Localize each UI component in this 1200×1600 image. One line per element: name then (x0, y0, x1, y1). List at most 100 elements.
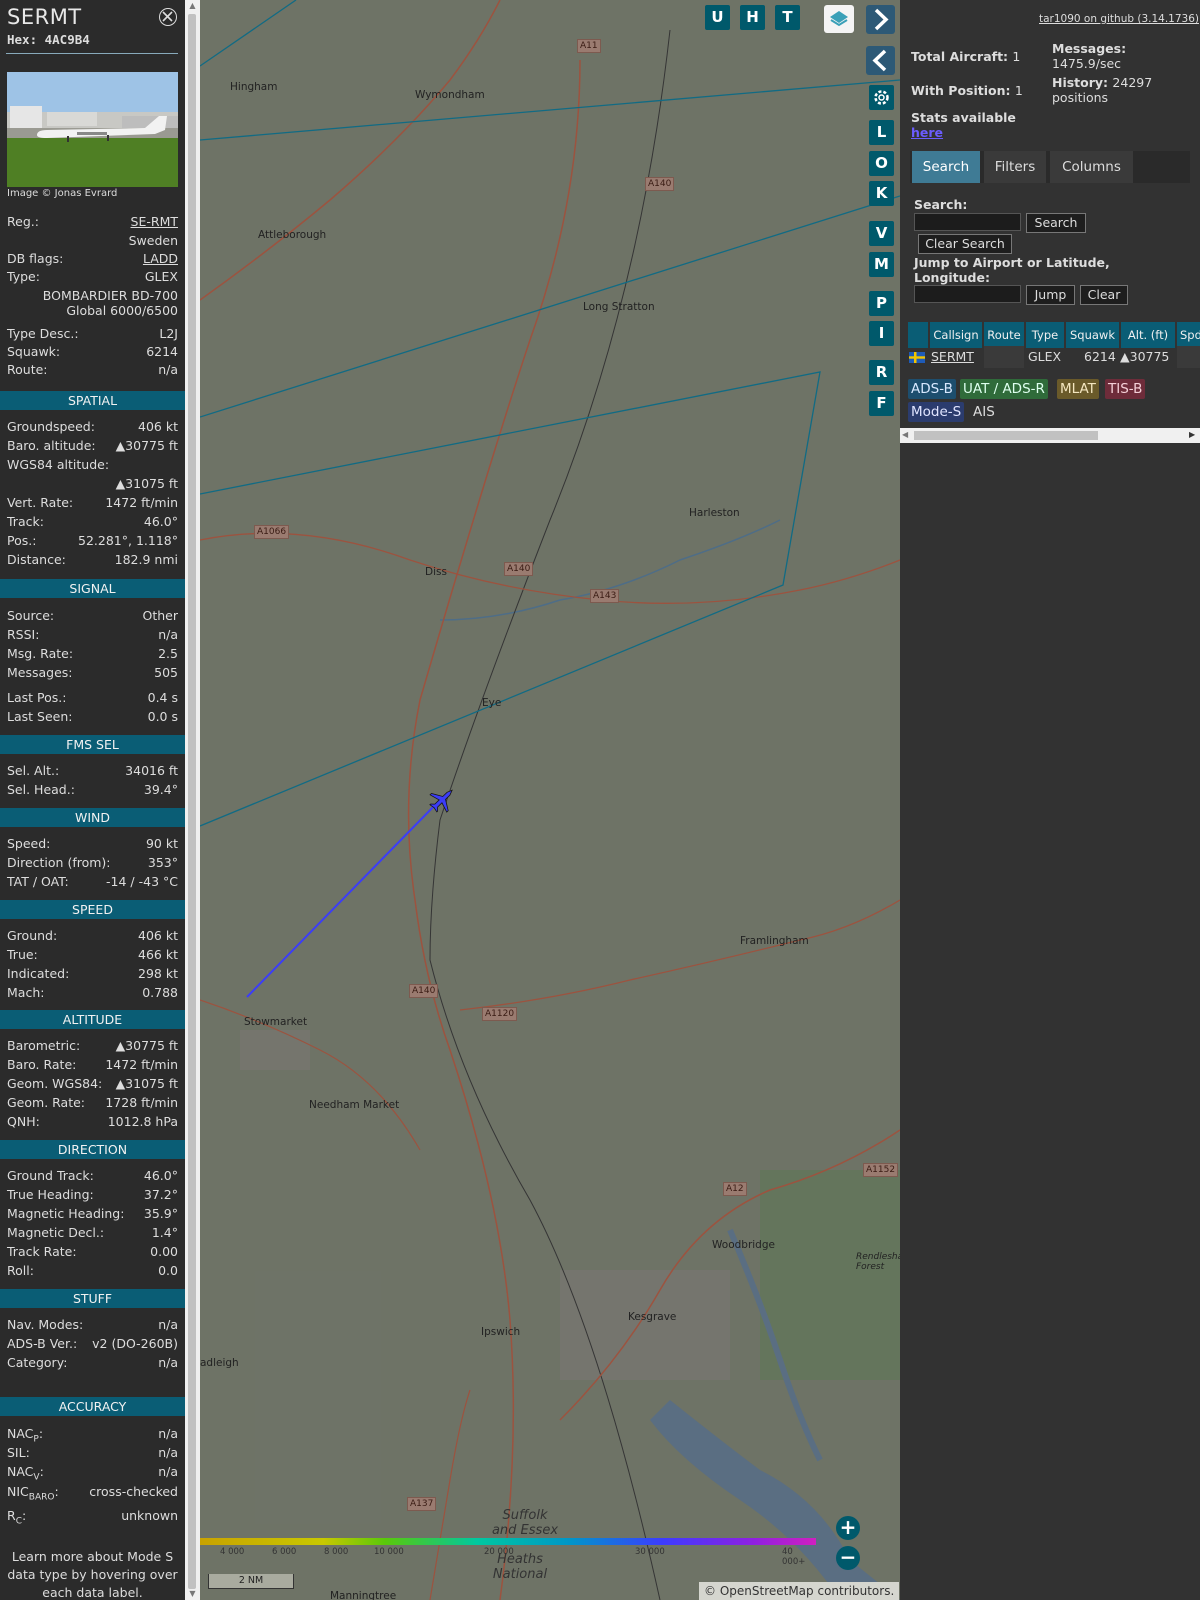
vertical-scrollbar[interactable]: ▲ ▼ (185, 0, 200, 1600)
table-header[interactable]: Alt. (ft) (1121, 322, 1175, 348)
info-row: RSSI: n/a (7, 626, 178, 644)
table-header[interactable]: Callsign (930, 322, 982, 348)
section-header-spatial: SPATIAL (0, 391, 185, 410)
info-value: 0.0 s (147, 709, 178, 724)
map-view[interactable]: Hingham Wymondham Attleborough Long Stra… (200, 0, 900, 1600)
info-value: 1728 ft/min (105, 1095, 178, 1110)
map-button-u[interactable]: U (705, 5, 730, 30)
info-row: Baro. altitude: ▲30775 ft (7, 437, 178, 455)
jump-button[interactable]: Jump (1026, 285, 1075, 305)
info-value[interactable]: SE-RMT (131, 213, 178, 231)
map-button-l[interactable]: L (869, 120, 894, 145)
zoom-out-button[interactable]: − (836, 1546, 860, 1570)
tab-search[interactable]: Search (912, 151, 980, 183)
info-row: Route: n/a (7, 361, 178, 379)
info-label: Sel. Alt.: (7, 763, 60, 778)
search-input[interactable] (914, 213, 1021, 231)
scroll-up-icon[interactable]: ▲ (185, 0, 200, 12)
horizontal-scrollbar[interactable]: ◀ ▶ (900, 428, 1200, 443)
source-badge-uat[interactable]: UAT / ADS-R (960, 379, 1048, 399)
info-label: RC: (7, 1508, 27, 1527)
map-button-i[interactable]: I (869, 321, 894, 346)
chevron-right-icon[interactable] (866, 5, 895, 34)
github-link[interactable]: tar1090 on github (3.14.1736) (1039, 12, 1199, 27)
info-label: Category: (7, 1355, 68, 1370)
place-label: Harleston (689, 507, 740, 519)
info-row: Source: Other (7, 607, 178, 625)
info-label: Magnetic Decl.: (7, 1225, 105, 1240)
aircraft-photo[interactable] (7, 72, 178, 187)
clear-button[interactable]: Clear (1080, 285, 1128, 305)
info-label: Speed: (7, 836, 51, 851)
source-badge-mlat[interactable]: MLAT (1057, 379, 1099, 399)
info-label: True: (7, 947, 38, 962)
tab-columns[interactable]: Columns (1050, 151, 1133, 183)
road-label: A140 (504, 562, 534, 576)
info-value: 35.9° (143, 1206, 178, 1221)
table-header[interactable]: Spd (1177, 322, 1200, 348)
table-header[interactable]: Squawk (1066, 322, 1119, 348)
info-value: 0.788 (142, 985, 178, 1000)
info-value: 6214 (146, 344, 178, 359)
search-button[interactable]: Search (1026, 213, 1086, 233)
scroll-down-icon[interactable]: ▼ (185, 1588, 200, 1600)
section-header-direction: DIRECTION (0, 1140, 185, 1159)
info-value: v2 (DO-260B) (92, 1336, 178, 1351)
info-label: Route: (7, 362, 48, 377)
info-value: GLEX (144, 269, 178, 284)
divider (6, 53, 178, 54)
aircraft-hex: Hex: 4AC9B4 (7, 32, 90, 47)
info-value: 37.2° (143, 1187, 178, 1202)
info-value[interactable]: LADD (143, 250, 178, 268)
table-header[interactable]: Route (984, 322, 1024, 348)
clear-search-button[interactable]: Clear Search (918, 234, 1012, 254)
scrollbar-thumb[interactable] (914, 431, 1098, 440)
info-row: NACV: n/a (7, 1463, 178, 1483)
place-label: Ipswich (481, 1326, 521, 1338)
close-icon[interactable] (159, 8, 177, 26)
tab-filters[interactable]: Filters (984, 151, 1046, 183)
scrollbar-thumb[interactable] (188, 14, 196, 1589)
layers-icon[interactable] (824, 5, 854, 33)
stats-here-link[interactable]: here (911, 125, 943, 140)
map-button-p[interactable]: P (869, 291, 894, 316)
info-label: Baro. Rate: (7, 1057, 77, 1072)
map-button-m[interactable]: M (869, 252, 894, 277)
chevron-left-icon[interactable] (866, 46, 895, 75)
info-label: WGS84 altitude: (7, 457, 110, 472)
section-header-speed: SPEED (0, 900, 185, 919)
info-row: Direction (from): 353° (7, 854, 178, 872)
table-header[interactable]: Type (1026, 322, 1064, 348)
source-badge-adsb[interactable]: ADS-B (908, 379, 956, 399)
info-value: Global 6000/6500 (66, 303, 178, 318)
info-value: n/a (158, 362, 178, 377)
map-attribution[interactable]: © OpenStreetMap contributors. (699, 1582, 900, 1600)
info-label: Ground Track: (7, 1168, 94, 1183)
info-label: Pos.: (7, 533, 37, 548)
history-label: History: 24297 positions (1052, 75, 1153, 105)
row-callsign[interactable]: SERMT (931, 346, 974, 368)
section-header-wind: WIND (0, 808, 185, 827)
map-button-r[interactable]: R (869, 360, 894, 385)
scroll-right-icon[interactable]: ▶ (1189, 430, 1195, 439)
map-button-o[interactable]: O (869, 151, 894, 176)
info-label: SIL: (7, 1445, 30, 1460)
source-badge-tisb[interactable]: TIS-B (1105, 379, 1146, 399)
zoom-in-button[interactable]: + (836, 1516, 860, 1540)
source-badge-modes[interactable]: Mode-S (908, 402, 965, 422)
info-label: True Heading: (7, 1187, 94, 1202)
road-label: A12 (723, 1182, 747, 1196)
scroll-left-icon[interactable]: ◀ (902, 430, 908, 439)
jump-input[interactable] (914, 285, 1021, 303)
map-button-v[interactable]: V (869, 221, 894, 246)
map-button-h[interactable]: H (740, 5, 765, 30)
map-button-t[interactable]: T (775, 5, 800, 30)
road-label: A137 (407, 1497, 437, 1511)
info-row: NICBARO: cross-checked (7, 1483, 178, 1503)
info-label: ADS-B Ver.: (7, 1336, 78, 1351)
map-button-f[interactable]: F (869, 391, 894, 416)
gear-icon[interactable] (869, 85, 894, 110)
info-row: Ground Track: 46.0° (7, 1167, 178, 1185)
source-badge-ais[interactable]: AIS (970, 402, 998, 422)
map-button-k[interactable]: K (869, 181, 894, 206)
